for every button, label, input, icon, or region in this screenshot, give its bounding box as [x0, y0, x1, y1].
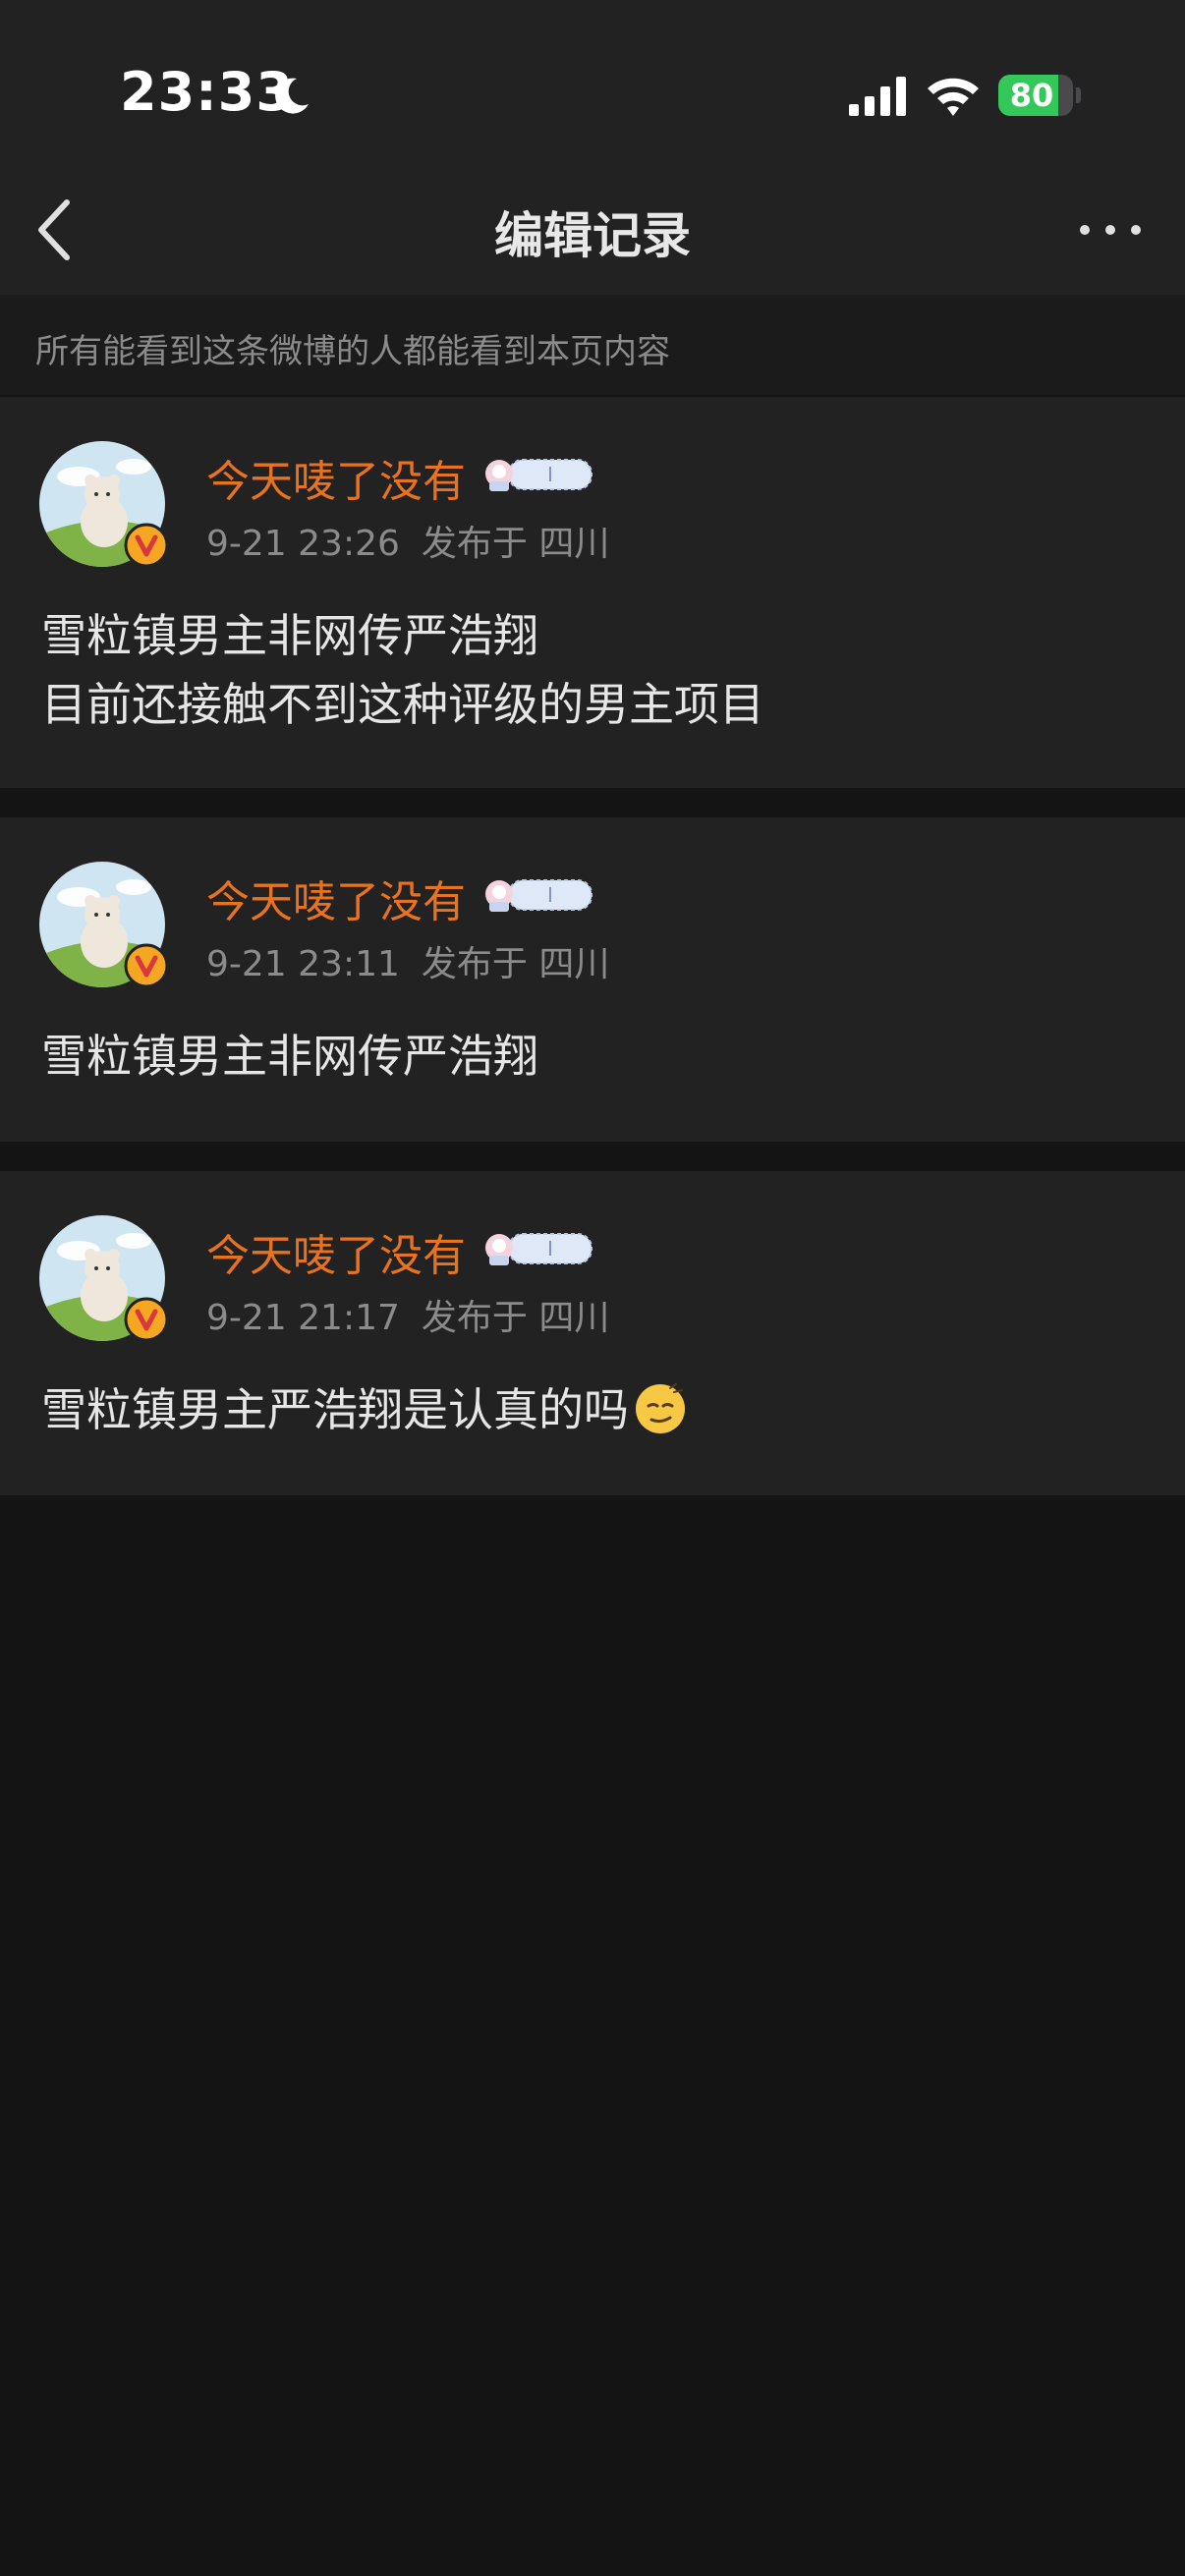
post-text-line: 雪粒镇男主非网传严浩翔: [41, 609, 538, 662]
verified-badge-icon: [124, 523, 169, 568]
post-location: 发布于 四川: [421, 944, 610, 984]
verified-badge-icon: [124, 943, 169, 988]
edit-record-card[interactable]: 今天唛了没有 I 9-21 23:11 发布于 四川 雪粒镇男主非网传严浩翔: [0, 817, 1185, 1142]
post-time: 9-21 23:11: [206, 944, 400, 984]
svg-text:I: I: [547, 1237, 553, 1260]
smirk-face-icon: [636, 1383, 685, 1433]
visibility-notice: 所有能看到这条微博的人都能看到本页内容: [0, 295, 1185, 395]
more-dots-icon: [1080, 225, 1141, 235]
signal-icon: [849, 77, 906, 116]
post-text: 雪粒镇男主非网传严浩翔 目前还接触不到这种评级的男主项目: [41, 601, 764, 739]
post-location: 发布于 四川: [421, 524, 610, 564]
username-link[interactable]: 今天唛了没有: [206, 446, 466, 509]
notice-text: 所有能看到这条微博的人都能看到本页内容: [35, 332, 670, 371]
post-text-content: 雪粒镇男主严浩翔是认真的吗: [41, 1383, 629, 1436]
post-meta: 9-21 23:26 发布于 四川: [206, 515, 609, 566]
top-bar: 23:33 80 编辑记录: [0, 0, 1185, 295]
post-time: 9-21 23:26: [206, 524, 400, 564]
post-meta: 9-21 23:11 发布于 四川: [206, 935, 609, 986]
more-button[interactable]: [1071, 212, 1150, 248]
battery-indicator: 80: [998, 75, 1081, 116]
post-location: 发布于 四川: [421, 1298, 610, 1338]
svg-text:I: I: [547, 463, 553, 486]
status-time: 23:33: [120, 61, 294, 123]
username-link[interactable]: 今天唛了没有: [206, 867, 466, 929]
post-text: 雪粒镇男主非网传严浩翔: [41, 1022, 538, 1091]
battery-level: 80: [1009, 77, 1054, 114]
fan-badge-icon[interactable]: I: [483, 1226, 595, 1269]
battery-body: 80: [998, 75, 1073, 116]
edit-record-card[interactable]: 今天唛了没有 I 9-21 23:26 发布于 四川 雪粒镇男主非网传严浩翔 目前…: [0, 397, 1185, 788]
battery-cap: [1076, 87, 1081, 103]
post-text-line: 雪粒镇男主非网传严浩翔: [41, 1030, 538, 1083]
post-text-line: 目前还接触不到这种评级的男主项目: [41, 678, 764, 731]
username-link[interactable]: 今天唛了没有: [206, 1220, 466, 1283]
post-time: 9-21 21:17: [206, 1298, 400, 1338]
verified-badge-icon: [124, 1297, 169, 1342]
page-title: 编辑记录: [494, 207, 691, 264]
post-text-line: 雪粒镇男主严浩翔是认真的吗: [41, 1375, 688, 1444]
edit-record-card[interactable]: 今天唛了没有 I 9-21 21:17 发布于 四川 雪粒镇男主严浩翔是认真的吗: [0, 1171, 1185, 1495]
post-text: 雪粒镇男主严浩翔是认真的吗: [41, 1375, 688, 1444]
svg-text:I: I: [547, 883, 553, 907]
moon-icon: [275, 78, 309, 114]
post-meta: 9-21 21:17 发布于 四川: [206, 1289, 609, 1340]
fan-badge-icon[interactable]: I: [483, 452, 595, 495]
wifi-icon: [928, 78, 979, 116]
fan-badge-icon[interactable]: I: [483, 872, 595, 916]
